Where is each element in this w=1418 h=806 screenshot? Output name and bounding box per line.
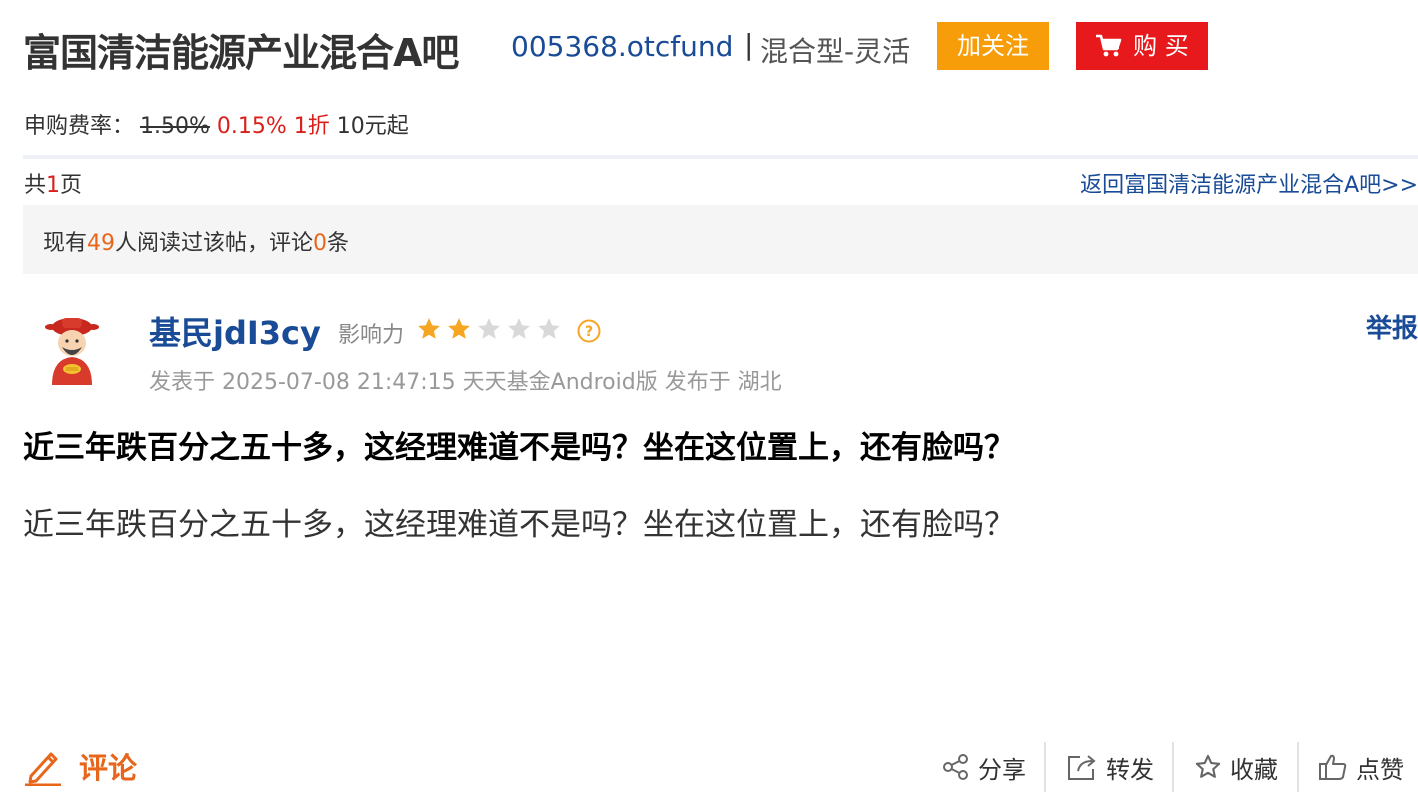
page-count-suffix: 页: [60, 173, 83, 198]
star-empty-icon: [538, 318, 560, 339]
forward-button[interactable]: 转发: [1066, 742, 1154, 792]
like-button[interactable]: 点赞: [1318, 742, 1404, 792]
action-divider: [1172, 742, 1174, 792]
bar-title: 富国清洁能源产业混合A吧: [23, 31, 459, 75]
stats-suffix: 条: [327, 231, 350, 256]
post-body: 近三年跌百分之五十多，这经理难道不是吗？坐在这位置上，还有脸吗？: [23, 507, 1015, 543]
report-link[interactable]: 举报: [1366, 308, 1418, 345]
star-filled-icon: [418, 318, 440, 339]
discount-badge: 1折: [293, 114, 330, 139]
action-divider: [1297, 742, 1299, 792]
stats-prefix: 现有: [43, 231, 88, 256]
fee-row: 申购费率： 1.50% 0.15% 1折 10元起: [24, 108, 409, 140]
page-count: 共1页: [24, 167, 82, 199]
cart-icon: [1096, 34, 1122, 57]
fee-label: 申购费率：: [24, 114, 135, 139]
read-stats: 现有49人阅读过该帖，评论0条: [43, 225, 349, 257]
comment-button[interactable]: 评论: [23, 745, 137, 787]
share-icon: [943, 754, 968, 780]
influence-stars: [416, 316, 562, 342]
post-meta: 发表于 2025-07-08 21:47:15 天天基金Android版 发布于…: [149, 370, 782, 395]
share-label: 分享: [978, 755, 1026, 784]
favorite-button[interactable]: 收藏: [1194, 742, 1278, 792]
action-divider: [1044, 742, 1046, 792]
reader-count: 49: [87, 231, 116, 256]
buy-label: 购 买: [1133, 32, 1189, 60]
fund-type: 混合型-灵活: [760, 35, 911, 68]
header-separator: |: [744, 28, 754, 61]
star-empty-icon: [478, 318, 500, 339]
star-filled-icon: [448, 318, 470, 339]
star-empty-icon: [508, 318, 530, 339]
stats-middle: 人阅读过该帖，评论: [115, 231, 314, 256]
post-title: 近三年跌百分之五十多，这经理难道不是吗？坐在这位置上，还有脸吗？: [23, 430, 1015, 466]
minimum-purchase: 10元起: [336, 114, 409, 139]
pencil-icon: [25, 752, 61, 786]
comment-label: 评论: [79, 751, 138, 785]
author-name-link[interactable]: 基民jdI3cy: [149, 308, 321, 354]
fund-code-link[interactable]: 005368.otcfund: [511, 30, 733, 63]
buy-button[interactable]: 购 买: [1076, 22, 1208, 70]
influence-label: 影响力: [338, 323, 405, 348]
share-button[interactable]: 分享: [942, 742, 1026, 792]
original-fee-rate: 1.50%: [140, 114, 210, 139]
forward-label: 转发: [1106, 755, 1154, 784]
back-to-bar-link[interactable]: 返回富国清洁能源产业混合A吧>>: [1080, 167, 1418, 199]
favorite-label: 收藏: [1230, 755, 1278, 784]
comment-count: 0: [313, 231, 328, 256]
like-label: 点赞: [1356, 755, 1404, 784]
follow-button[interactable]: 加关注: [937, 22, 1049, 70]
help-icon[interactable]: ?: [577, 319, 601, 343]
page-count-prefix: 共: [24, 173, 47, 198]
forward-icon: [1068, 755, 1096, 780]
page-count-number: 1: [46, 173, 61, 198]
avatar[interactable]: [36, 313, 108, 385]
star-outline-icon: [1195, 754, 1221, 778]
divider: [23, 155, 1418, 159]
svg-text:?: ?: [585, 324, 593, 340]
thumbs-up-icon: [1319, 754, 1347, 780]
discount-fee-rate: 0.15%: [216, 114, 287, 139]
